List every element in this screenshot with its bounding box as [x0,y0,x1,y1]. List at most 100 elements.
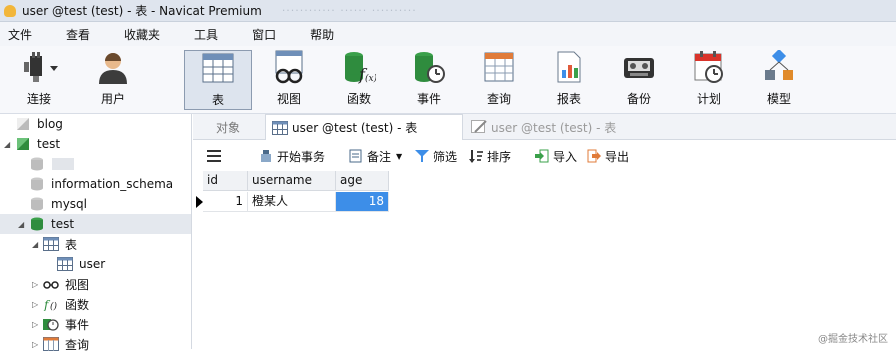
database-icon [30,217,44,231]
schedule-icon [692,50,726,84]
table-icon [43,237,57,251]
window-title: user @test (test) - 表 - Navicat Premium [22,2,262,19]
cell-username[interactable]: 橙某人 [248,192,336,212]
main-toolbar: 连接 用户 表 视图 f(x) 函数 事件 查询 [0,46,896,114]
tab-user-table[interactable]: user @test (test) - 表 [265,114,463,140]
toolbar-label: 报表 [557,90,581,107]
memo-button[interactable]: 备注 ▼ [349,148,402,164]
filter-button[interactable]: 筛选 [415,148,457,164]
sort-icon [469,149,483,163]
column-header-username[interactable]: username [248,171,336,191]
user-icon [96,50,130,84]
tree-item-user-table[interactable]: user [0,254,191,274]
toolbar-query-button[interactable]: 查询 [468,50,530,110]
toolbar-label: 模型 [767,90,791,107]
database-icon [30,177,44,191]
transaction-icon [259,149,273,163]
function-icon: f() [43,297,57,311]
column-header-age[interactable]: age [336,171,389,191]
editor-tab-bar: 对象 user @test (test) - 表 user @test (tes… [193,114,896,140]
collapsed-arrow-icon[interactable]: ▷ [32,340,38,349]
tab-user-table-design[interactable]: user @test (test) - 表 [465,114,665,140]
tab-label: user @test (test) - 表 [292,119,417,136]
tree-item-blurred-database[interactable] [0,154,191,174]
tree-item-views[interactable]: ▷ 视图 [0,274,191,294]
toolbar-label: 视图 [277,90,301,107]
table-icon [201,51,235,85]
tree-item-test-database[interactable]: ◢ test [0,214,191,234]
toolbar-label: 表 [212,91,224,108]
connection-tree: blog ◢ test information_schema mysql ◢ t… [0,114,192,349]
tree-item-tables[interactable]: ◢ 表 [0,234,191,254]
tree-item-functions[interactable]: ▷ f() 函数 [0,294,191,314]
export-icon [587,149,601,163]
collapsed-arrow-icon[interactable]: ▷ [32,280,38,289]
data-grid: id username age 1 橙某人 18 [193,171,896,349]
tree-item-events[interactable]: ▷ 事件 [0,314,191,334]
collapsed-arrow-icon[interactable]: ▷ [32,320,38,329]
tree-item-mysql[interactable]: mysql [0,194,191,214]
export-button[interactable]: 导出 [587,148,629,164]
query-icon [482,50,516,84]
dropdown-arrow-icon[interactable]: ▼ [396,152,402,161]
toolbar-user-button[interactable]: 用户 [82,50,144,110]
toolbar-backup-button[interactable]: 备份 [608,50,670,110]
expanded-arrow-icon[interactable]: ◢ [4,140,10,149]
collapsed-arrow-icon[interactable]: ▷ [32,300,38,309]
cell-age[interactable]: 18 [336,192,389,212]
view-icon [43,277,57,291]
toolbar-label: 用户 [101,90,125,107]
toolbar-schedule-button[interactable]: 计划 [678,50,740,110]
expanded-arrow-icon[interactable]: ◢ [32,240,38,249]
menu-hamburger-button[interactable] [207,148,221,164]
title-bar: user @test (test) - 表 - Navicat Premium … [0,0,896,22]
tree-item-queries[interactable]: ▷ 查询 [0,334,191,354]
menu-favorites[interactable]: 收藏夹 [116,26,172,43]
tree-item-blog[interactable]: blog [0,114,191,134]
svg-text:(x): (x) [365,73,376,84]
tree-item-information-schema[interactable]: information_schema [0,174,191,194]
cell-id[interactable]: 1 [203,192,248,212]
blurred-title-text: ············ ······ ·········· [282,4,417,17]
toolbar-event-button[interactable]: 事件 [398,50,460,110]
event-icon [43,317,57,331]
import-button[interactable]: 导入 [535,148,577,164]
menu-bar: 文件 查看 收藏夹 工具 窗口 帮助 [0,22,896,46]
model-icon [762,50,796,84]
connection-icon [22,50,56,84]
toolbar-report-button[interactable]: 报表 [538,50,600,110]
toolbar-label: 事件 [417,90,441,107]
event-icon [412,50,446,84]
filter-icon [415,149,429,163]
toolbar-label: 备份 [627,90,651,107]
tab-objects[interactable]: 对象 [193,114,263,140]
connection-icon [16,117,30,131]
toolbar-label: 连接 [27,90,51,107]
function-icon: f(x) [342,50,376,84]
view-icon [272,50,306,84]
svg-text:(): () [50,301,58,311]
toolbar-model-button[interactable]: 模型 [748,50,810,110]
column-header-id[interactable]: id [203,171,248,191]
expanded-arrow-icon[interactable]: ◢ [18,220,24,229]
connection-icon [16,137,30,151]
tree-item-test-connection[interactable]: ◢ test [0,134,191,154]
backup-icon [622,50,656,84]
menu-help[interactable]: 帮助 [302,26,346,43]
menu-tools[interactable]: 工具 [186,26,230,43]
begin-transaction-button[interactable]: 开始事务 [259,148,325,164]
menu-view[interactable]: 查看 [58,26,102,43]
tab-label: user @test (test) - 表 [491,119,616,136]
menu-file[interactable]: 文件 [0,26,44,43]
menu-window[interactable]: 窗口 [244,26,288,43]
toolbar-connection-button[interactable]: 连接 [8,50,70,110]
sort-button[interactable]: 排序 [469,148,511,164]
blurred-label [52,158,74,170]
toolbar-label: 计划 [697,90,721,107]
toolbar-label: 函数 [347,90,371,107]
toolbar-view-button[interactable]: 视图 [258,50,320,110]
toolbar-function-button[interactable]: f(x) 函数 [328,50,390,110]
toolbar-table-button[interactable]: 表 [184,50,252,110]
watermark: @掘金技术社区 [818,330,888,345]
object-toolbar: 开始事务 备注 ▼ 筛选 排序 导入 导出 [193,141,896,171]
